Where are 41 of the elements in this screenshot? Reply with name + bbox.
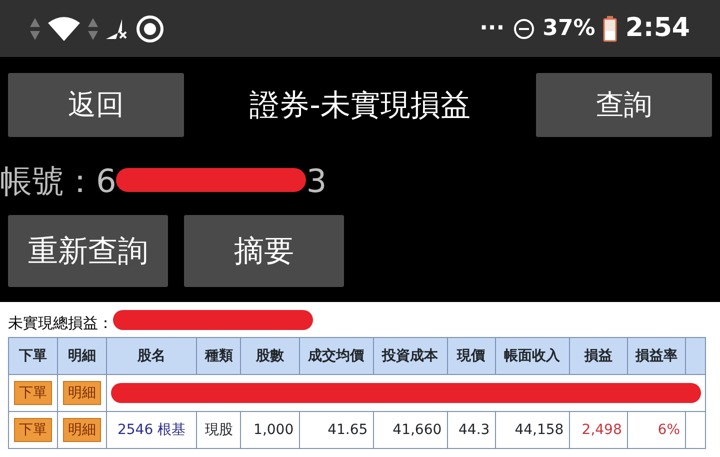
table-cell: 6% — [658, 422, 680, 438]
column-header: 成交均價 — [299, 338, 374, 374]
detail-button[interactable]: 明細 — [63, 418, 101, 442]
battery-percent: 37% — [542, 15, 596, 43]
overflow-indicator: ··· — [480, 15, 505, 43]
total-pnl-label: 未實現總損益： — [8, 313, 113, 334]
column-header: 現價 — [447, 338, 496, 374]
data-arrows-icon — [88, 18, 98, 40]
column-header: 股數 — [240, 338, 300, 374]
table-cell: 1,000 — [254, 422, 294, 438]
query-button[interactable]: 查詢 — [536, 73, 712, 137]
order-button[interactable]: 下單 — [14, 418, 52, 442]
clock-time: 2:54 — [625, 12, 690, 45]
do-not-disturb-icon — [512, 18, 535, 40]
table-cell: 現股 — [204, 422, 233, 438]
column-header: 投資成本 — [373, 338, 448, 374]
account-number-end: 3 — [306, 161, 327, 202]
table-cell: 41.65 — [328, 422, 368, 438]
column-header: 明細 — [58, 338, 106, 374]
table-cell: 44.3 — [458, 422, 490, 438]
account-label: 帳號：6 — [0, 161, 116, 202]
no-signal-icon — [106, 18, 128, 38]
page-title: 證券-未實現損益 — [250, 86, 470, 124]
table-cell: 2,498 — [582, 422, 622, 438]
table-cell: 44,158 — [514, 422, 564, 438]
column-header: 帳面收入 — [495, 338, 570, 374]
data-arrows-icon — [30, 18, 40, 40]
circle-icon — [136, 14, 164, 42]
column-header: 損益 — [569, 338, 628, 374]
column-header: 下單 — [8, 338, 58, 374]
wifi-icon — [48, 16, 80, 40]
order-button[interactable]: 下單 — [14, 381, 52, 405]
requery-button[interactable]: 重新查詢 — [8, 215, 168, 287]
detail-button[interactable]: 明細 — [63, 381, 101, 405]
column-header: 種類 — [196, 338, 241, 374]
table-cell: 41,660 — [392, 422, 442, 438]
column-header: 損益率 — [627, 338, 686, 374]
battery-icon — [603, 16, 618, 42]
column-header: 股名 — [106, 338, 197, 374]
summary-button[interactable]: 摘要 — [184, 215, 344, 287]
back-button[interactable]: 返回 — [8, 73, 184, 137]
